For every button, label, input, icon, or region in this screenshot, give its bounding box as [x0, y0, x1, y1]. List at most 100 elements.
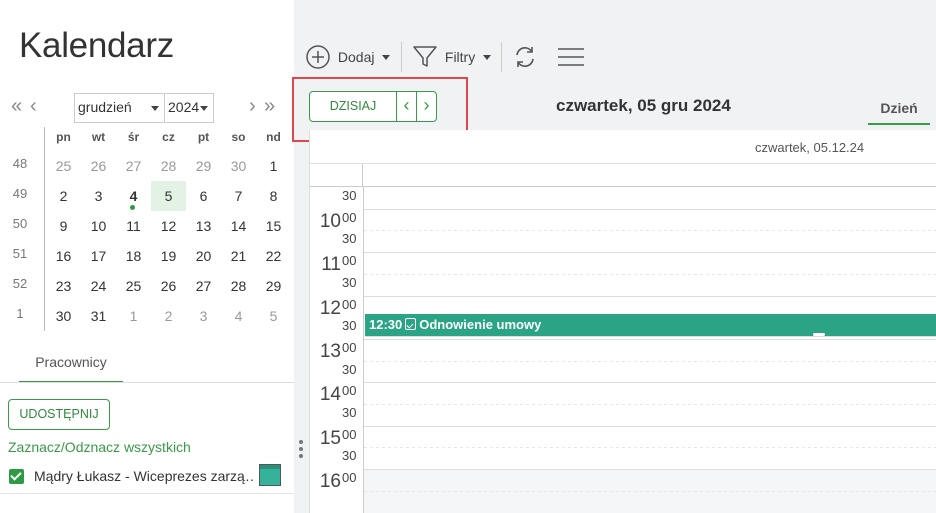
employee-color-swatch[interactable]: [259, 464, 281, 486]
mini-calendar-day-label: 2: [59, 188, 68, 204]
mini-calendar-day[interactable]: 27: [186, 271, 221, 301]
mini-calendar-day[interactable]: 3: [81, 181, 116, 211]
refresh-button[interactable]: [513, 44, 537, 70]
tab-day-view-label: Dzień: [880, 100, 918, 116]
app-title: Kalendarz: [19, 26, 174, 65]
mini-calendar-day[interactable]: 1: [256, 151, 291, 181]
mini-calendar-day[interactable]: 22: [256, 241, 291, 271]
mini-calendar-day-label: 3: [199, 308, 208, 324]
filters-button[interactable]: Filtry: [412, 44, 492, 70]
mini-calendar-day[interactable]: 4: [221, 301, 256, 331]
mini-calendar-day[interactable]: 30: [46, 301, 81, 331]
day-column-header-label: czwartek, 05.12.24: [755, 140, 865, 155]
time-slots[interactable]: [363, 187, 936, 513]
mini-calendar-day[interactable]: 21: [221, 241, 256, 271]
mini-calendar-day[interactable]: 2: [151, 301, 186, 331]
mini-calendar-day[interactable]: 26: [151, 271, 186, 301]
mini-calendar-day[interactable]: 1: [116, 301, 151, 331]
mini-calendar-day-label: 16: [55, 248, 72, 264]
time-slot-line: [364, 338, 936, 340]
sidebar: Kalendarz « ‹ grudzień 2024 › » pn wt śr cz…: [0, 0, 294, 513]
mini-calendar-day[interactable]: 28: [151, 151, 186, 181]
mini-calendar-day[interactable]: 5: [256, 301, 291, 331]
mini-calendar-day[interactable]: 10: [81, 211, 116, 241]
mini-calendar-day[interactable]: 18: [116, 241, 151, 271]
next-day-button[interactable]: ›: [416, 91, 437, 122]
mini-calendar-day[interactable]: 5: [151, 181, 186, 211]
employee-row[interactable]: Mądry Łukasz - Wiceprezes zarzą…: [0, 460, 294, 494]
mini-calendar-day[interactable]: 7: [221, 181, 256, 211]
add-button-label: Dodaj: [337, 49, 375, 65]
mini-calendar-day[interactable]: 28: [221, 271, 256, 301]
mini-calendar-day[interactable]: 12: [151, 211, 186, 241]
today-button[interactable]: DZISIAJ: [309, 91, 397, 122]
event-resize-handle[interactable]: [813, 333, 825, 336]
time-slot-line: [364, 447, 936, 449]
chevron-down-icon: [382, 54, 391, 60]
all-day-row[interactable]: [310, 164, 936, 187]
mini-calendar-day-label: 19: [160, 248, 177, 264]
mini-calendar-day[interactable]: 23: [46, 271, 81, 301]
time-slot-line: [364, 382, 936, 384]
hour-label: 13: [319, 340, 341, 362]
minute-label: 30: [342, 231, 357, 247]
mini-calendar-day[interactable]: 20: [186, 241, 221, 271]
day-column-header: czwartek, 05.12.24: [310, 130, 936, 164]
menu-button[interactable]: [557, 44, 585, 70]
mini-calendar-day[interactable]: 16: [46, 241, 81, 271]
add-button[interactable]: Dodaj: [305, 44, 391, 70]
calendar-event[interactable]: 12:30 Odnowienie umowy: [365, 314, 936, 337]
prev-day-button[interactable]: ‹: [396, 91, 417, 122]
mini-calendar-day[interactable]: 26: [81, 151, 116, 181]
month-select-value: grudzień: [78, 99, 132, 115]
hour-label: 10: [319, 210, 341, 232]
mini-calendar-day-label: 28: [160, 158, 177, 174]
mini-calendar-day-label: 2: [164, 308, 173, 324]
mini-calendar-day[interactable]: 9: [46, 211, 81, 241]
time-gutter: 30 10 00 30 11 00 30 12 00 30 13 00 30 14 00 30 15 00 30 16…: [310, 187, 366, 513]
mini-calendar-day[interactable]: 4: [116, 181, 151, 211]
employee-checkbox[interactable]: [9, 469, 24, 484]
next-month-icon[interactable]: ›: [249, 93, 256, 119]
minute-label: 00: [342, 383, 357, 399]
prev-month-icon[interactable]: ‹: [30, 93, 37, 119]
mini-calendar-day[interactable]: 2: [46, 181, 81, 211]
prev-year-icon[interactable]: «: [11, 93, 22, 119]
mini-calendar-day-label: 28: [230, 278, 247, 294]
month-select[interactable]: grudzień: [74, 93, 165, 123]
weekday-header: nd: [266, 130, 281, 144]
hour-label: 15: [319, 427, 341, 449]
mini-calendar-day[interactable]: 6: [186, 181, 221, 211]
week-number: 48: [12, 156, 28, 171]
select-all-link[interactable]: Zaznacz/Odznacz wszystkich: [8, 439, 191, 455]
time-slot-line: [364, 360, 936, 362]
mini-calendar-day[interactable]: 3: [186, 301, 221, 331]
mini-calendar-day-label: 26: [160, 278, 177, 294]
mini-calendar-day[interactable]: 29: [186, 151, 221, 181]
tab-pracownicy[interactable]: Pracownicy: [19, 354, 123, 383]
mini-calendar-day[interactable]: 14: [221, 211, 256, 241]
share-button[interactable]: UDOSTĘPNIJ: [8, 399, 110, 430]
mini-calendar-day[interactable]: 27: [116, 151, 151, 181]
mini-calendar-day[interactable]: 17: [81, 241, 116, 271]
time-slot-line: [364, 425, 936, 427]
tab-day-view[interactable]: Dzień: [868, 94, 930, 125]
mini-calendar-day[interactable]: 13: [186, 211, 221, 241]
mini-calendar-day[interactable]: 19: [151, 241, 186, 271]
mini-calendar-day[interactable]: 25: [46, 151, 81, 181]
mini-calendar-day[interactable]: 11: [116, 211, 151, 241]
drag-handle-icon[interactable]: [299, 440, 304, 461]
mini-calendar-day[interactable]: 29: [256, 271, 291, 301]
minute-label: 30: [342, 361, 357, 377]
mini-calendar-day[interactable]: 25: [116, 271, 151, 301]
year-select[interactable]: 2024: [164, 93, 214, 123]
employee-name: Mądry Łukasz - Wiceprezes zarzą…: [34, 468, 254, 484]
mini-calendar-day[interactable]: 8: [256, 181, 291, 211]
mini-calendar-day[interactable]: 24: [81, 271, 116, 301]
chevron-left-icon: ‹: [403, 95, 410, 115]
mini-calendar-day[interactable]: 15: [256, 211, 291, 241]
mini-calendar-day[interactable]: 30: [221, 151, 256, 181]
mini-calendar-day[interactable]: 31: [81, 301, 116, 331]
toolbar: Dodaj Filtry: [306, 0, 936, 80]
next-year-icon[interactable]: »: [264, 93, 275, 119]
